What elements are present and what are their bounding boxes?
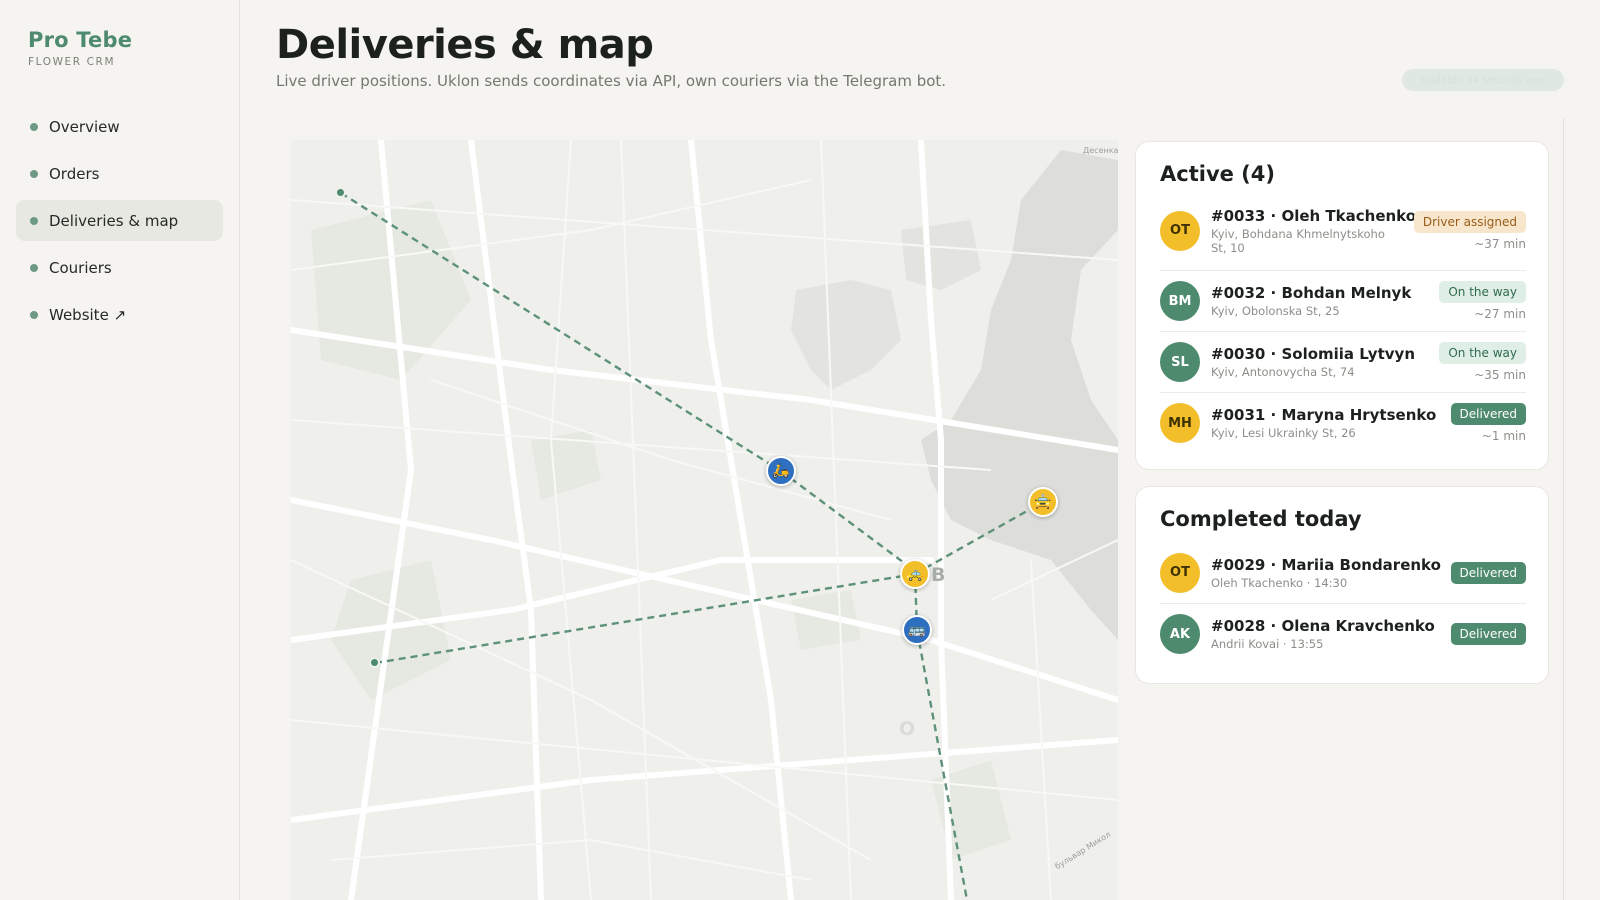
order-title: #0032 · Bohdan Melnyk <box>1211 284 1412 302</box>
delivery-row[interactable]: BM #0032 · Bohdan Melnyk Kyiv, Obolonska… <box>1160 270 1526 331</box>
page-title: Deliveries & map <box>276 22 654 68</box>
row-text: #0033 · Oleh Tkachenko Kyiv, Bohdana Khm… <box>1211 206 1417 255</box>
status-badge: Driver assigned <box>1413 210 1526 233</box>
status-badge: Delivered <box>1450 561 1526 584</box>
row-text: #0031 · Maryna Hrytsenko Kyiv, Lesi Ukra… <box>1211 406 1443 440</box>
eta: ~37 min <box>1474 236 1526 251</box>
delivery-map[interactable]: B O Десенка бульвар Микол 🛵 🚕 🚖 🚌 <box>291 140 1118 900</box>
sidebar-item-label: Overview <box>49 117 120 136</box>
avatar: OT <box>1160 210 1200 251</box>
avatar: SL <box>1160 342 1200 382</box>
sidebar-item-website[interactable]: Website ↗ <box>16 294 223 335</box>
row-text: #0028 · Olena Kravchenko Andrii Kovai · … <box>1211 617 1443 651</box>
sidebar-item-label: Website ↗ <box>49 305 127 324</box>
order-address: Kyiv, Obolonska St, 25 <box>1211 304 1340 318</box>
card-title: Active (4) <box>1160 162 1275 186</box>
driver-pin-taxi[interactable]: 🚕 <box>900 559 930 589</box>
row-text: #0032 · Bohdan Melnyk Kyiv, Obolonska St… <box>1211 284 1431 318</box>
status-badge: Delivered <box>1450 623 1526 645</box>
avatar: MH <box>1160 403 1200 443</box>
order-title: #0033 · Oleh Tkachenko <box>1211 206 1417 225</box>
avatar: AK <box>1160 614 1200 654</box>
route-waypoint <box>369 657 380 668</box>
map-label: B <box>931 564 946 586</box>
taxi-icon: 🚕 <box>906 566 924 582</box>
courier-pin-bus[interactable]: 🚌 <box>902 615 932 645</box>
map-label: O <box>899 718 916 740</box>
driver-pin-car[interactable]: 🚖 <box>1028 487 1058 517</box>
row-status: On the way ~27 min <box>1439 281 1526 321</box>
completed-row[interactable]: OT #0029 · Mariia Bondarenko Oleh Tkache… <box>1160 542 1526 603</box>
last-updated-pill: Updated 14 seconds ago <box>1402 69 1564 91</box>
order-address: Kyiv, Bohdana Khmelnytskoho St, 10 <box>1211 226 1385 255</box>
divider <box>1563 118 1564 900</box>
bullet-icon <box>30 122 38 131</box>
bullet-icon <box>30 169 38 178</box>
eta: ~1 min <box>1481 429 1526 443</box>
sidebar-nav: Overview Orders Deliveries & map Courier… <box>16 106 223 341</box>
sidebar: Pro Tebe FLOWER CRM Overview Orders Deli… <box>0 0 240 900</box>
avatar: BM <box>1160 281 1200 321</box>
scooter-icon: 🛵 <box>772 463 790 479</box>
brand-name: Pro Tebe <box>28 28 133 52</box>
sidebar-item-deliveries[interactable]: Deliveries & map <box>16 200 223 241</box>
sidebar-item-couriers[interactable]: Couriers <box>16 247 223 288</box>
page-subtitle: Live driver positions. Uklon sends coord… <box>276 72 947 90</box>
avatar: OT <box>1160 552 1200 593</box>
row-status: Driver assigned ~37 min <box>1413 210 1526 251</box>
sidebar-item-label: Couriers <box>49 258 112 277</box>
order-title: #0030 · Solomiia Lytvyn <box>1211 345 1415 363</box>
bullet-icon <box>30 216 38 225</box>
order-address: Kyiv, Antonovycha St, 74 <box>1211 365 1355 379</box>
sidebar-item-overview[interactable]: Overview <box>16 106 223 147</box>
eta: ~27 min <box>1474 307 1526 321</box>
order-courier-time: Oleh Tkachenko · 14:30 <box>1211 575 1348 590</box>
row-status: Delivered <box>1450 561 1526 584</box>
courier-pin-scooter[interactable]: 🛵 <box>766 456 796 486</box>
sidebar-item-orders[interactable]: Orders <box>16 153 223 194</box>
map-street-label: Десенка <box>1083 146 1118 155</box>
order-address: Kyiv, Lesi Ukrainky St, 26 <box>1211 426 1356 440</box>
order-title: #0028 · Olena Kravchenko <box>1211 617 1435 635</box>
row-text: #0030 · Solomiia Lytvyn Kyiv, Antonovych… <box>1211 345 1431 379</box>
eta: ~35 min <box>1474 368 1526 382</box>
completed-today-card: Completed today OT #0029 · Mariia Bondar… <box>1135 486 1549 684</box>
row-status: Delivered <box>1450 623 1526 645</box>
completed-row[interactable]: AK #0028 · Olena Kravchenko Andrii Kovai… <box>1160 603 1526 664</box>
row-status: Delivered ~1 min <box>1450 403 1526 443</box>
order-title: #0031 · Maryna Hrytsenko <box>1211 406 1437 424</box>
sidebar-item-label: Deliveries & map <box>49 211 179 230</box>
status-badge: On the way <box>1439 342 1526 364</box>
sidebar-item-label: Orders <box>49 164 100 183</box>
delivery-row[interactable]: OT #0033 · Oleh Tkachenko Kyiv, Bohdana … <box>1160 200 1526 261</box>
bullet-icon <box>30 263 38 272</box>
status-badge: On the way <box>1439 281 1526 303</box>
map-canvas <box>291 140 1118 900</box>
bus-icon: 🚌 <box>908 622 926 638</box>
active-deliveries-card: Active (4) OT #0033 · Oleh Tkachenko Kyi… <box>1135 141 1549 470</box>
delivery-row[interactable]: SL #0030 · Solomiia Lytvyn Kyiv, Antonov… <box>1160 331 1526 392</box>
row-status: On the way ~35 min <box>1439 342 1526 382</box>
brand[interactable]: Pro Tebe FLOWER CRM <box>28 28 132 68</box>
car-icon: 🚖 <box>1034 494 1052 510</box>
row-text: #0029 · Mariia Bondarenko Oleh Tkachenko… <box>1211 556 1443 590</box>
delivery-row[interactable]: MH #0031 · Maryna Hrytsenko Kyiv, Lesi U… <box>1160 392 1526 453</box>
card-title: Completed today <box>1160 507 1362 531</box>
status-badge: Delivered <box>1450 403 1526 425</box>
route-waypoint <box>335 187 346 198</box>
brand-subtitle: FLOWER CRM <box>28 56 116 68</box>
order-courier-time: Andrii Kovai · 13:55 <box>1211 637 1324 651</box>
order-title: #0029 · Mariia Bondarenko <box>1211 555 1441 574</box>
bullet-icon <box>30 310 38 319</box>
